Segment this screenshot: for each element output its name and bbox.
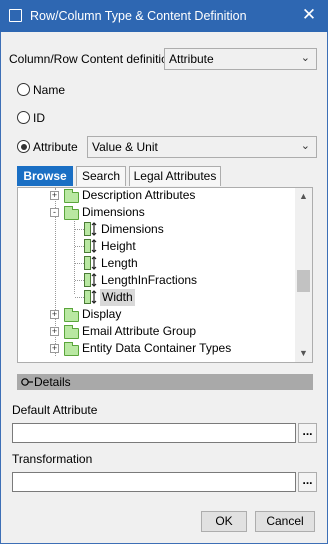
expand-icon[interactable]: +: [50, 344, 59, 353]
transformation-browse-button[interactable]: ...: [298, 472, 317, 492]
radio-id[interactable]: [17, 111, 30, 124]
default-attribute-browse-button[interactable]: ...: [298, 423, 317, 443]
tree-connector: [75, 297, 84, 298]
tree-item-dimensions-folder[interactable]: Dimensions: [82, 204, 145, 221]
folder-icon: [64, 325, 79, 339]
scroll-thumb[interactable]: [297, 269, 310, 292]
tab-browse[interactable]: Browse: [17, 166, 73, 186]
folder-icon: [64, 342, 79, 356]
attribute-type-select[interactable]: Value & Unit ⌄: [87, 136, 317, 158]
scroll-up-icon[interactable]: ▲: [295, 188, 312, 205]
expand-icon[interactable]: +: [50, 327, 59, 336]
tab-search[interactable]: Search: [76, 166, 126, 186]
ok-button[interactable]: OK: [201, 511, 247, 532]
attribute-icon: [84, 273, 97, 287]
folder-icon: [64, 206, 79, 220]
details-bar[interactable]: Details: [17, 374, 313, 390]
expand-icon[interactable]: +: [50, 310, 59, 319]
attribute-icon: [84, 222, 97, 236]
tab-legal-attributes[interactable]: Legal Attributes: [129, 166, 221, 186]
tree-connector: [74, 216, 75, 294]
dialog-window: Row/Column Type & Content Definition ✕ C…: [0, 0, 328, 544]
radio-attribute-label: Attribute: [33, 140, 78, 154]
tree-item-height[interactable]: Height: [101, 238, 136, 255]
chevron-down-icon: ⌄: [300, 52, 310, 64]
dialog-body: Column/Row Content definition Attribute …: [1, 32, 327, 543]
content-definition-value: Attribute: [169, 52, 214, 66]
tree-item-dimensions[interactable]: Dimensions: [101, 221, 164, 238]
chevron-down-icon: ⌄: [300, 140, 310, 152]
collapse-arrow-icon: [21, 378, 33, 386]
attribute-tree[interactable]: + Description Attributes - Dimensions Di…: [17, 187, 313, 363]
cancel-button[interactable]: Cancel: [255, 511, 315, 532]
scroll-down-icon[interactable]: ▼: [295, 345, 312, 362]
radio-name[interactable]: [17, 83, 30, 96]
close-icon[interactable]: ✕: [290, 0, 328, 32]
tree-item-display[interactable]: Display: [82, 306, 121, 323]
window-title: Row/Column Type & Content Definition: [30, 9, 247, 23]
tree-item-width-selected[interactable]: Width: [100, 289, 135, 306]
title-bar[interactable]: Row/Column Type & Content Definition ✕: [0, 0, 328, 32]
tree-connector: [75, 229, 84, 230]
radio-attribute[interactable]: [17, 140, 30, 153]
tree-item-entity-data-container-types[interactable]: Entity Data Container Types: [82, 340, 231, 357]
tree-item-length[interactable]: Length: [101, 255, 138, 272]
expand-icon[interactable]: +: [50, 191, 59, 200]
content-definition-select[interactable]: Attribute ⌄: [164, 48, 317, 70]
tree-connector: [75, 263, 84, 264]
content-definition-label: Column/Row Content definition: [9, 52, 175, 66]
tree-item-length-in-fractions[interactable]: LengthInFractions: [101, 272, 197, 289]
tree-scrollbar[interactable]: ▲ ▼: [295, 188, 312, 362]
tree-item-description-attributes[interactable]: Description Attributes: [82, 188, 195, 204]
tree-connector: [75, 280, 84, 281]
attribute-icon: [84, 290, 97, 304]
attribute-icon: [84, 239, 97, 253]
attribute-icon: [84, 256, 97, 270]
collapse-icon[interactable]: -: [50, 208, 59, 217]
tree-item-email-attribute-group[interactable]: Email Attribute Group: [82, 323, 196, 340]
folder-icon: [64, 308, 79, 322]
radio-id-label: ID: [33, 111, 45, 125]
window-icon: [9, 9, 22, 22]
default-attribute-input[interactable]: [12, 423, 296, 443]
folder-icon: [64, 189, 79, 203]
details-label: Details: [34, 375, 71, 389]
tree-connector: [75, 246, 84, 247]
default-attribute-label: Default Attribute: [12, 403, 98, 417]
transformation-input[interactable]: [12, 472, 296, 492]
attribute-type-value: Value & Unit: [92, 140, 158, 154]
transformation-label: Transformation: [12, 452, 93, 466]
radio-name-label: Name: [33, 83, 66, 97]
